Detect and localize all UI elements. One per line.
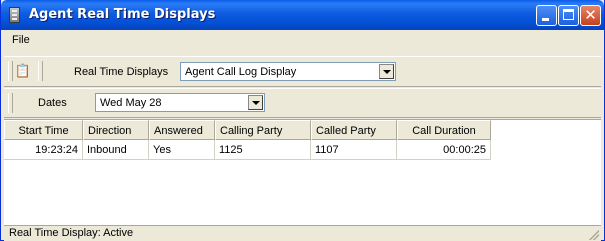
cell-call-duration: 00:00:25 (397, 140, 491, 160)
column-header-call-duration[interactable]: Call Duration (397, 120, 491, 140)
real-time-displays-select[interactable]: Agent Call Log Display (180, 62, 396, 81)
resize-grip-icon[interactable] (589, 230, 599, 240)
window-title: Agent Real Time Displays (29, 7, 216, 22)
column-header-calling-party[interactable]: Calling Party (215, 120, 311, 140)
minimize-button[interactable] (536, 5, 557, 26)
app-window-icon (9, 7, 20, 23)
toolbar-displays: 📋 Real Time Displays Agent Call Log Disp… (4, 56, 601, 87)
clipboard-icon[interactable]: 📋 (14, 62, 32, 80)
dates-label: Dates (38, 97, 67, 109)
cell-direction: Inbound (83, 140, 149, 160)
menu-file[interactable]: File (12, 34, 30, 46)
toolbar-dates: Dates Wed May 28 (4, 88, 601, 118)
column-header-start-time[interactable]: Start Time (4, 120, 83, 140)
close-icon: ✕ (584, 6, 597, 24)
column-header-direction[interactable]: Direction (83, 120, 149, 140)
call-log-grid[interactable]: Start Time Direction Answered Calling Pa… (4, 119, 601, 225)
cell-answered: Yes (149, 140, 215, 160)
dates-value: Wed May 28 (100, 97, 162, 109)
real-time-displays-value: Agent Call Log Display (185, 66, 297, 78)
chevron-down-icon[interactable] (248, 95, 263, 110)
cell-called-party: 1107 (311, 140, 397, 160)
status-bar: Real Time Display: Active (4, 225, 601, 241)
app-window: Agent Real Time Displays ✕ File 📋 Real T… (0, 0, 605, 241)
cell-start-time: 19:23:24 (4, 140, 83, 160)
menu-bar: File (4, 30, 601, 50)
toolbar-grip[interactable] (8, 61, 13, 81)
column-header-called-party[interactable]: Called Party (311, 120, 397, 140)
status-text: Real Time Display: Active (9, 227, 134, 239)
dates-select[interactable]: Wed May 28 (95, 93, 265, 112)
toolbar-grip[interactable] (8, 93, 13, 113)
cell-calling-party: 1125 (215, 140, 311, 160)
close-button[interactable]: ✕ (580, 5, 601, 26)
real-time-displays-label: Real Time Displays (74, 66, 169, 78)
column-header-answered[interactable]: Answered (149, 120, 215, 140)
chevron-down-icon[interactable] (379, 64, 394, 79)
title-bar[interactable]: Agent Real Time Displays ✕ (1, 0, 604, 30)
toolbar-grip[interactable] (38, 61, 43, 81)
maximize-button[interactable] (558, 5, 579, 26)
